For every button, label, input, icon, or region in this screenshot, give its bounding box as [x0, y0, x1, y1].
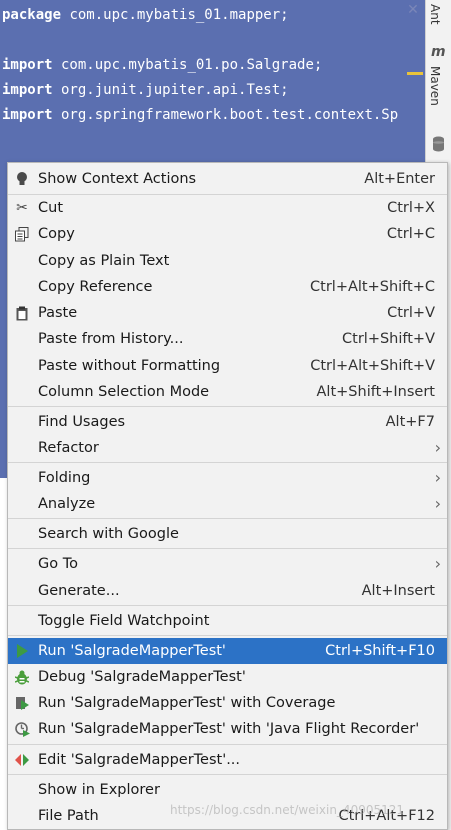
menu-item-run-with-flight-recorder[interactable]: Run 'SalgradeMapperTest' with 'Java Flig… [8, 716, 447, 742]
error-stripe-mark[interactable] [407, 72, 423, 75]
lightbulb-icon [14, 171, 30, 187]
ant-tool-tab[interactable]: Ant [428, 4, 442, 25]
menu-item-copy[interactable]: Copy Ctrl+C [8, 221, 447, 247]
editor-context-menu: Show Context Actions Alt+Enter ✂ Cut Ctr… [7, 162, 448, 830]
submenu-arrow-icon: › [434, 438, 441, 457]
menu-separator [8, 635, 447, 636]
submenu-arrow-icon: › [434, 468, 441, 487]
watermark: https://blog.csdn.net/weixin_40905121 [170, 803, 405, 817]
menu-item-edit-configuration[interactable]: Edit 'SalgradeMapperTest'... [8, 747, 447, 773]
menu-item-show-in-explorer[interactable]: Show in Explorer [8, 777, 447, 803]
code-line-import-spring: import org.springframework.boot.test.con… [2, 107, 399, 123]
code-line-import-test: import org.junit.jupiter.api.Test; [2, 82, 289, 98]
run-icon [14, 643, 30, 659]
debug-icon [14, 669, 30, 685]
scissors-icon: ✂ [16, 200, 28, 216]
maven-tool-tab[interactable]: Maven [428, 66, 442, 106]
edit-config-icon [14, 752, 30, 768]
menu-item-copy-reference[interactable]: Copy Reference Ctrl+Alt+Shift+C [8, 274, 447, 300]
menu-item-run-test[interactable]: Run 'SalgradeMapperTest' Ctrl+Shift+F10 [8, 638, 447, 664]
menu-item-show-context-actions[interactable]: Show Context Actions Alt+Enter [8, 166, 447, 192]
menu-separator [8, 744, 447, 745]
copy-icon [14, 226, 30, 242]
menu-separator [8, 462, 447, 463]
submenu-arrow-icon: › [434, 494, 441, 513]
menu-item-search-with-google[interactable]: Search with Google [8, 521, 447, 547]
menu-separator [8, 605, 447, 606]
profiler-icon [14, 721, 30, 737]
menu-item-toggle-field-watchpoint[interactable]: Toggle Field Watchpoint [8, 608, 447, 634]
menu-item-go-to[interactable]: Go To › [8, 551, 447, 577]
submenu-arrow-icon: › [434, 554, 441, 573]
menu-item-debug-test[interactable]: Debug 'SalgradeMapperTest' [8, 664, 447, 690]
code-line-import-salgrade: import com.upc.mybatis_01.po.Salgrade; [2, 57, 323, 73]
menu-item-copy-plain-text[interactable]: Copy as Plain Text [8, 248, 447, 274]
menu-item-generate[interactable]: Generate... Alt+Insert [8, 578, 447, 604]
menu-separator [8, 548, 447, 549]
menu-item-paste[interactable]: Paste Ctrl+V [8, 300, 447, 326]
menu-item-refactor[interactable]: Refactor › [8, 435, 447, 461]
menu-item-folding[interactable]: Folding › [8, 465, 447, 491]
database-icon[interactable] [432, 136, 445, 152]
menu-item-paste-from-history[interactable]: Paste from History... Ctrl+Shift+V [8, 326, 447, 352]
menu-item-run-with-coverage[interactable]: Run 'SalgradeMapperTest' with Coverage [8, 690, 447, 716]
menu-separator [8, 774, 447, 775]
coverage-icon [14, 695, 30, 711]
close-icon[interactable]: ✕ [405, 2, 421, 18]
maven-icon: m [431, 44, 446, 60]
code-line-package: package com.upc.mybatis_01.mapper; [2, 7, 289, 23]
menu-item-find-usages[interactable]: Find Usages Alt+F7 [8, 409, 447, 435]
clipboard-icon [14, 305, 30, 321]
menu-separator [8, 406, 447, 407]
menu-item-cut[interactable]: ✂ Cut Ctrl+X [8, 195, 447, 221]
menu-item-analyze[interactable]: Analyze › [8, 491, 447, 517]
menu-separator [8, 518, 447, 519]
menu-item-column-selection-mode[interactable]: Column Selection Mode Alt+Shift+Insert [8, 379, 447, 405]
menu-item-paste-without-formatting[interactable]: Paste without Formatting Ctrl+Alt+Shift+… [8, 353, 447, 379]
